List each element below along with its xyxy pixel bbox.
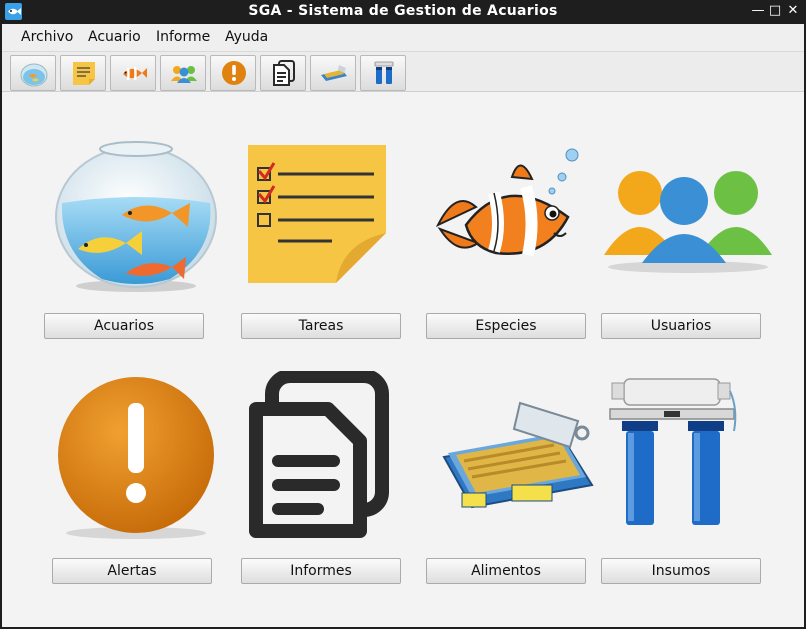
app-window: SGA - Sistema de Gestion de Acuarios — □…	[0, 0, 806, 629]
close-icon[interactable]: ✕	[784, 2, 802, 20]
toolbar-insumos-button[interactable]	[360, 55, 406, 91]
alimentos-button[interactable]: Alimentos	[426, 558, 586, 584]
documents-icon[interactable]	[248, 371, 390, 539]
toolbar-alimentos-button[interactable]	[310, 55, 356, 91]
menu-ayuda[interactable]: Ayuda	[225, 29, 268, 45]
toolbar-informes-button[interactable]	[260, 55, 306, 91]
alertas-button[interactable]: Alertas	[52, 558, 212, 584]
toolbar-acuarios-button[interactable]	[10, 55, 56, 91]
fishbowl-icon[interactable]	[50, 131, 220, 295]
main-area: Archivo Acuario Informe Ayuda Acuarios T…	[2, 24, 804, 627]
alert-icon[interactable]	[54, 375, 220, 541]
users-icon	[171, 66, 197, 83]
water-filter-icon[interactable]	[608, 369, 740, 529]
sticky-note-icon	[73, 62, 95, 85]
usuarios-button[interactable]: Usuarios	[601, 313, 761, 339]
informes-button[interactable]: Informes	[241, 558, 401, 584]
menu-acuario[interactable]: Acuario	[88, 29, 141, 45]
food-can-icon	[321, 65, 347, 81]
sticky-note-icon[interactable]	[246, 143, 388, 285]
fishbowl-icon	[20, 63, 48, 87]
toolbar	[2, 51, 804, 92]
title-bar: SGA - Sistema de Gestion de Acuarios — □…	[0, 0, 806, 24]
tareas-button[interactable]: Tareas	[241, 313, 401, 339]
dashboard: Acuarios Tareas Especies Usuarios Alerta…	[2, 93, 804, 627]
window-title: SGA - Sistema de Gestion de Acuarios	[248, 3, 558, 19]
water-filter-icon	[374, 61, 394, 84]
users-icon[interactable]	[604, 163, 772, 275]
clownfish-icon	[123, 66, 147, 81]
minimize-icon[interactable]: —	[749, 2, 767, 20]
menu-bar: Archivo Acuario Informe Ayuda	[2, 24, 804, 51]
menu-archivo[interactable]: Archivo	[21, 29, 73, 45]
toolbar-alertas-button[interactable]	[210, 55, 256, 91]
especies-button[interactable]: Especies	[426, 313, 586, 339]
menu-informe[interactable]: Informe	[156, 29, 210, 45]
insumos-button[interactable]: Insumos	[601, 558, 761, 584]
food-can-icon[interactable]	[442, 397, 596, 527]
toolbar-tareas-button[interactable]	[60, 55, 106, 91]
toolbar-usuarios-button[interactable]	[160, 55, 206, 91]
clownfish-icon[interactable]	[436, 147, 584, 267]
maximize-icon[interactable]: □	[766, 2, 784, 20]
acuarios-button[interactable]: Acuarios	[44, 313, 204, 339]
toolbar-especies-button[interactable]	[110, 55, 156, 91]
alert-icon	[222, 61, 246, 85]
documents-icon	[273, 60, 295, 86]
